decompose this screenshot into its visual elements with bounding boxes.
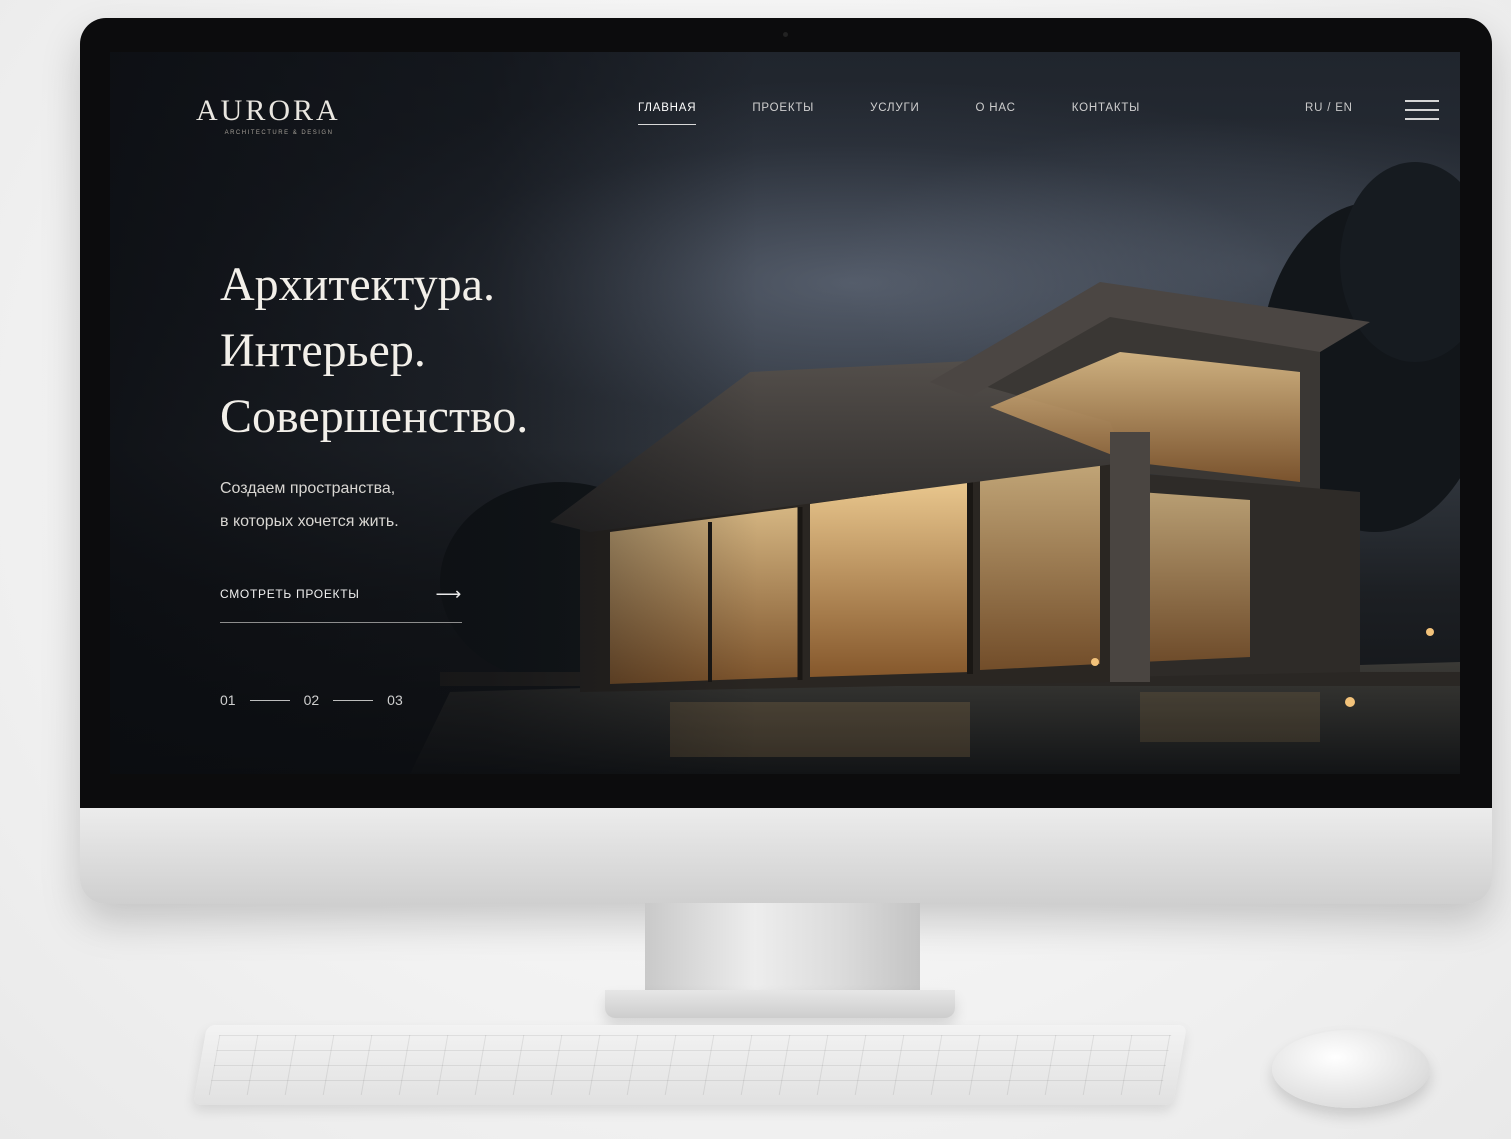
slide-number-3[interactable]: 03 bbox=[387, 692, 403, 708]
slide-number-2[interactable]: 02 bbox=[304, 692, 320, 708]
view-projects-label: СМОТРЕТЬ ПРОЕКТЫ bbox=[220, 587, 360, 601]
arrow-right-icon: ⟶ bbox=[435, 584, 462, 604]
hamburger-menu-icon[interactable] bbox=[1405, 98, 1441, 122]
hero-subtitle-line: Создаем пространства, bbox=[220, 480, 396, 497]
slide-divider bbox=[333, 699, 374, 701]
mouse bbox=[1272, 1030, 1430, 1108]
hero-title-line: Совершенство. bbox=[220, 390, 529, 443]
menu-line bbox=[1405, 109, 1439, 111]
website-screen: AURORA ARCHITECTURE & DESIGN ГЛАВНАЯ ПРО… bbox=[110, 52, 1460, 774]
nav-item-home[interactable]: ГЛАВНАЯ bbox=[638, 102, 697, 125]
hero-subtitle: Создаем пространства, в которых хочется … bbox=[220, 472, 399, 538]
keyboard bbox=[192, 1025, 1188, 1105]
hero-title-line: Архитектура. bbox=[220, 258, 495, 311]
screen-bezel: AURORA ARCHITECTURE & DESIGN ГЛАВНАЯ ПРО… bbox=[80, 18, 1492, 808]
nav-item-projects[interactable]: ПРОЕКТЫ bbox=[752, 102, 814, 125]
view-projects-button[interactable]: СМОТРЕТЬ ПРОЕКТЫ ⟶ bbox=[220, 584, 462, 623]
camera-icon bbox=[783, 32, 788, 37]
scene: AURORA ARCHITECTURE & DESIGN ГЛАВНАЯ ПРО… bbox=[0, 0, 1511, 1139]
nav-item-about[interactable]: О НАС bbox=[976, 102, 1016, 125]
keyboard-keys bbox=[208, 1035, 1172, 1095]
nav-item-services[interactable]: УСЛУГИ bbox=[870, 102, 919, 125]
slide-number-1[interactable]: 01 bbox=[220, 692, 236, 708]
menu-line bbox=[1405, 100, 1439, 102]
monitor-stand-base bbox=[605, 990, 955, 1018]
imac-monitor: AURORA ARCHITECTURE & DESIGN ГЛАВНАЯ ПРО… bbox=[80, 18, 1492, 904]
slide-divider bbox=[249, 699, 290, 701]
site-logo[interactable]: AURORA ARCHITECTURE & DESIGN bbox=[196, 94, 362, 136]
language-switcher[interactable]: RU / EN bbox=[1305, 102, 1353, 114]
slide-pagination: 01 02 03 bbox=[220, 692, 403, 708]
monitor-stand bbox=[645, 903, 920, 995]
menu-line bbox=[1405, 118, 1439, 120]
hero-subtitle-line: в которых хочется жить. bbox=[220, 513, 399, 530]
monitor-chin bbox=[80, 808, 1492, 904]
main-navigation: ГЛАВНАЯ ПРОЕКТЫ УСЛУГИ О НАС КОНТАКТЫ bbox=[638, 102, 1140, 125]
hero-title-line: Интерьер. bbox=[220, 324, 426, 377]
logo-tagline: ARCHITECTURE & DESIGN bbox=[224, 130, 334, 136]
nav-item-contacts[interactable]: КОНТАКТЫ bbox=[1072, 102, 1140, 125]
logo-wordmark: AURORA bbox=[196, 94, 341, 127]
hero-title: Архитектура. Интерьер. Совершенство. bbox=[220, 252, 528, 450]
